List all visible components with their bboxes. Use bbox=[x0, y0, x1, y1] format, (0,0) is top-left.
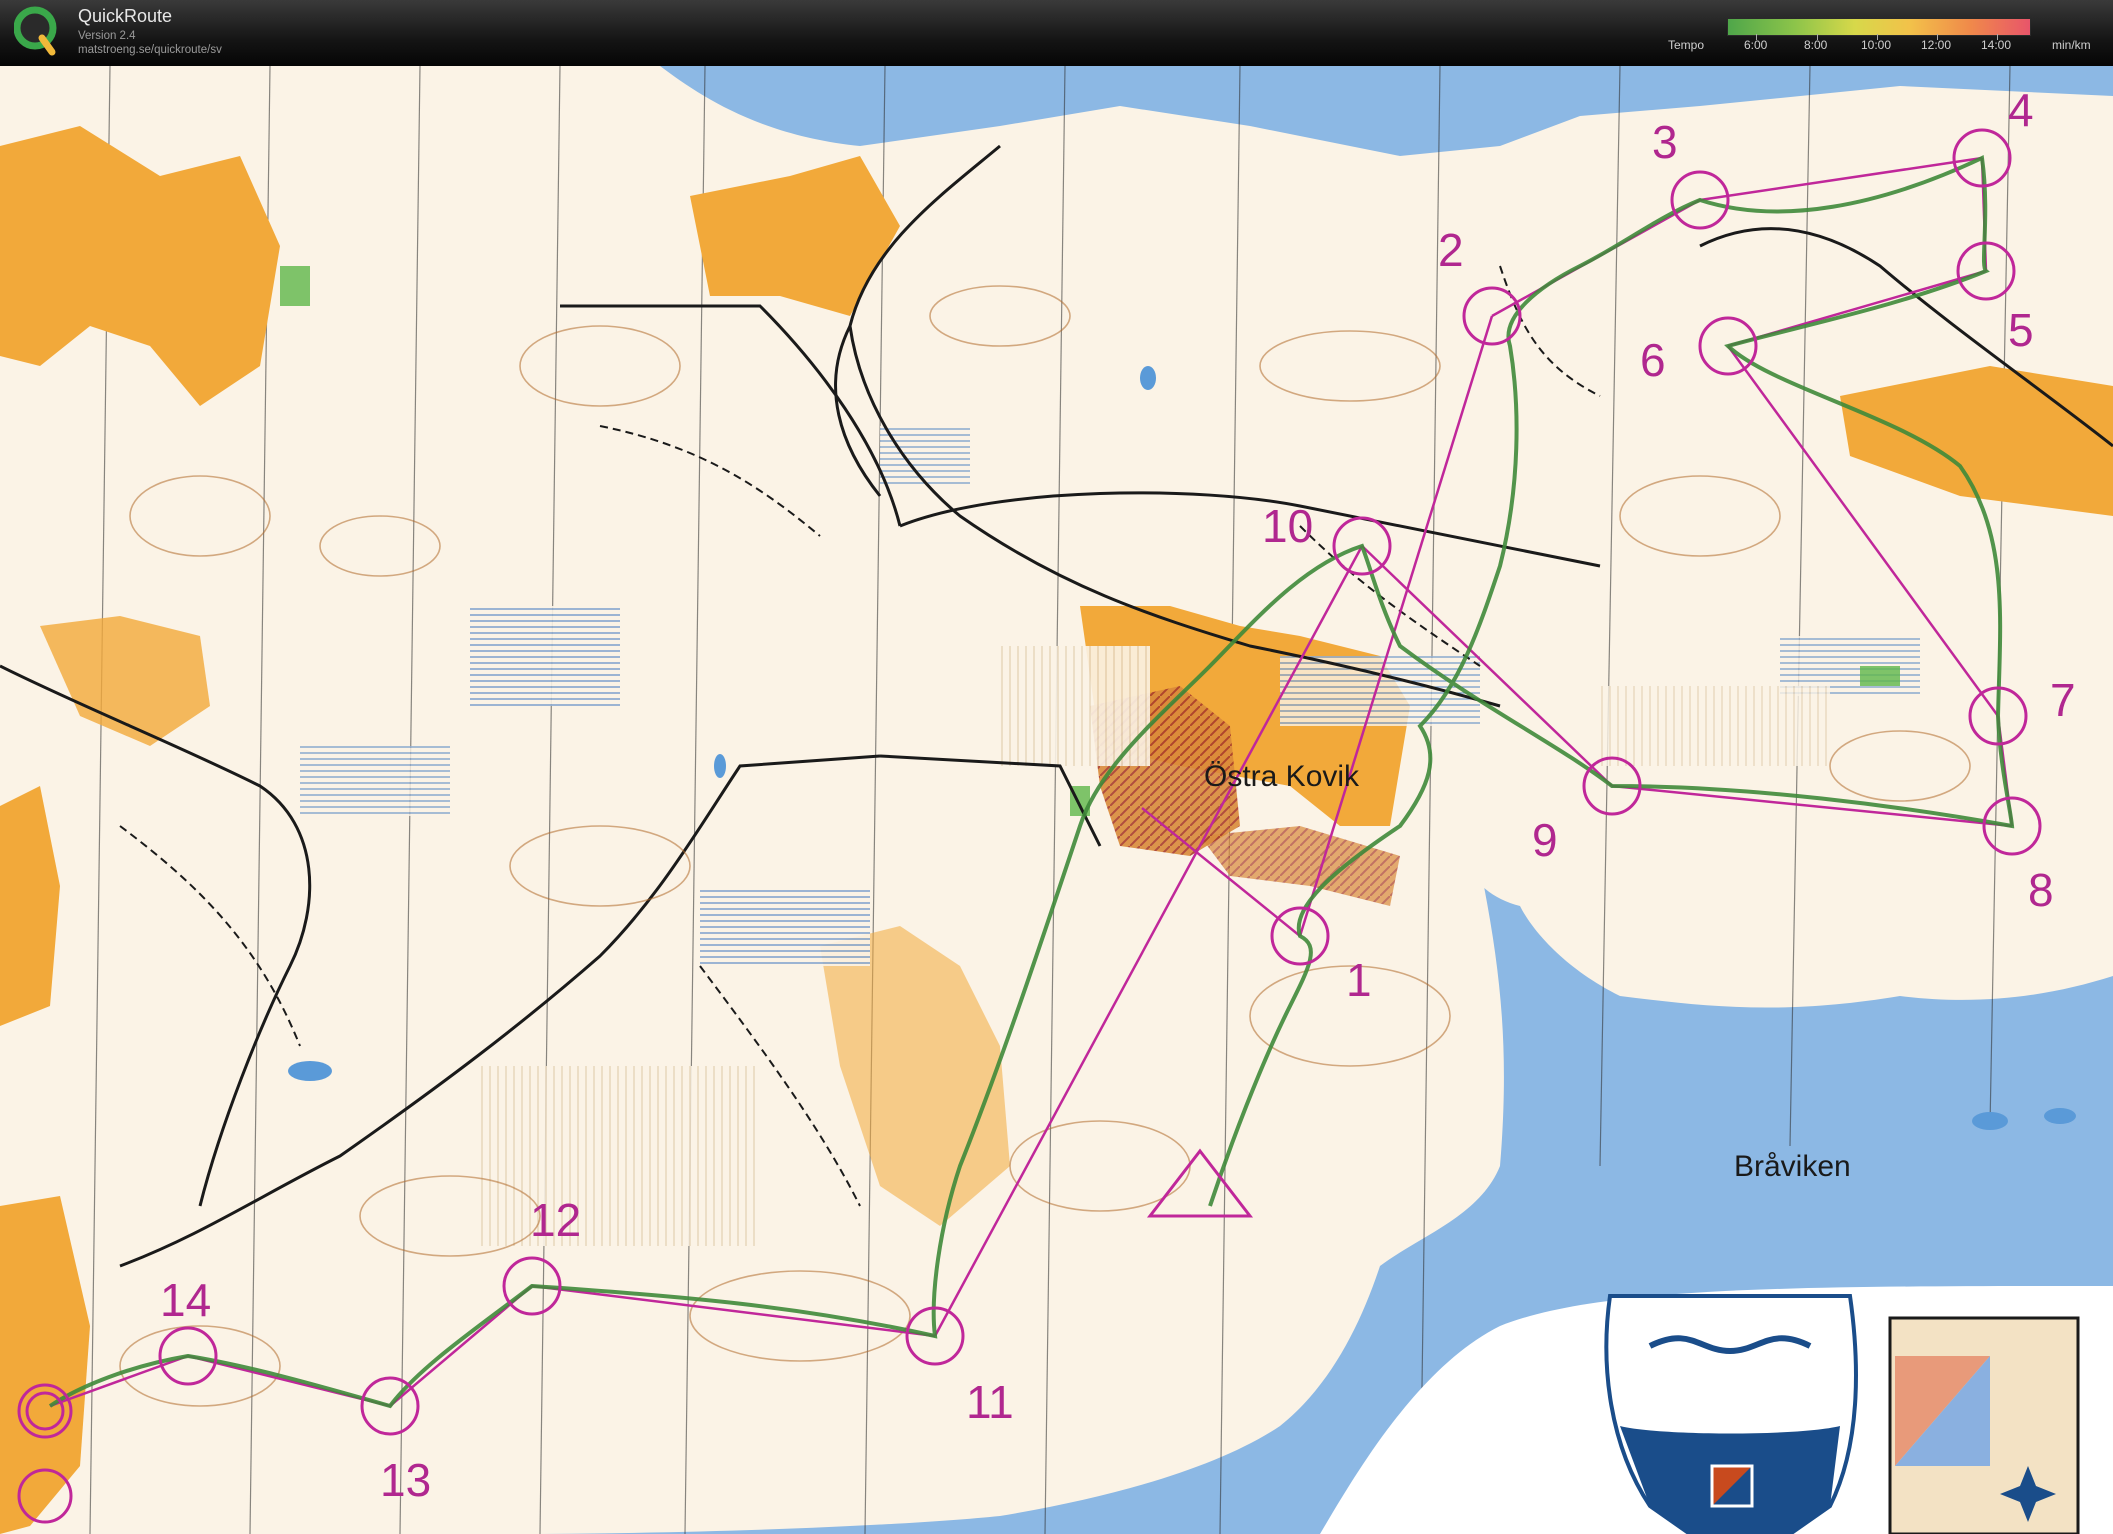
tempo-unit: min/km bbox=[2052, 38, 2091, 52]
control-number-10: 10 bbox=[1262, 500, 1313, 552]
app-title: QuickRoute bbox=[78, 6, 173, 26]
place-name-village: Östra Kovik bbox=[1204, 760, 1360, 793]
control-number-8: 8 bbox=[2028, 864, 2054, 916]
place-name-bay: Bråviken bbox=[1734, 1150, 1851, 1183]
orienteering-map[interactable]: 1 2 3 4 5 6 7 8 9 10 11 12 13 14 Östra K… bbox=[0, 66, 2113, 1534]
tempo-tick-label: 14:00 bbox=[1981, 38, 2012, 52]
map-canvas[interactable]: 1 2 3 4 5 6 7 8 9 10 11 12 13 14 Östra K… bbox=[0, 66, 2113, 1534]
control-number-3: 3 bbox=[1652, 116, 1678, 168]
control-number-9: 9 bbox=[1532, 814, 1558, 866]
app-url[interactable]: matstroeng.se/quickroute/sv bbox=[78, 44, 222, 56]
control-number-1: 1 bbox=[1346, 954, 1372, 1006]
control-number-7: 7 bbox=[2050, 674, 2076, 726]
tempo-color-scale bbox=[1727, 18, 2031, 36]
control-number-4: 4 bbox=[2008, 84, 2034, 136]
quickroute-logo-icon bbox=[14, 6, 57, 56]
tempo-tick-label: 10:00 bbox=[1861, 38, 1892, 52]
app-header: QuickRoute Version 2.4 matstroeng.se/qui… bbox=[0, 0, 2113, 66]
control-number-11: 11 bbox=[966, 1376, 1014, 1428]
tempo-tick-label: 8:00 bbox=[1804, 38, 1828, 52]
app-version: Version 2.4 bbox=[78, 30, 136, 42]
control-number-13: 13 bbox=[380, 1454, 431, 1506]
tempo-tick-label: 12:00 bbox=[1921, 38, 1952, 52]
control-number-5: 5 bbox=[2008, 304, 2034, 356]
club-logo-ok-masen bbox=[1604, 1294, 1858, 1534]
control-number-14: 14 bbox=[160, 1274, 211, 1326]
control-number-12: 12 bbox=[530, 1194, 581, 1246]
control-number-2: 2 bbox=[1438, 224, 1464, 276]
tempo-tick-label: 6:00 bbox=[1744, 38, 1768, 52]
club-logo-nok-1958 bbox=[1888, 1316, 2080, 1534]
control-number-6: 6 bbox=[1640, 334, 1666, 386]
tempo-label: Tempo bbox=[1668, 38, 1705, 52]
